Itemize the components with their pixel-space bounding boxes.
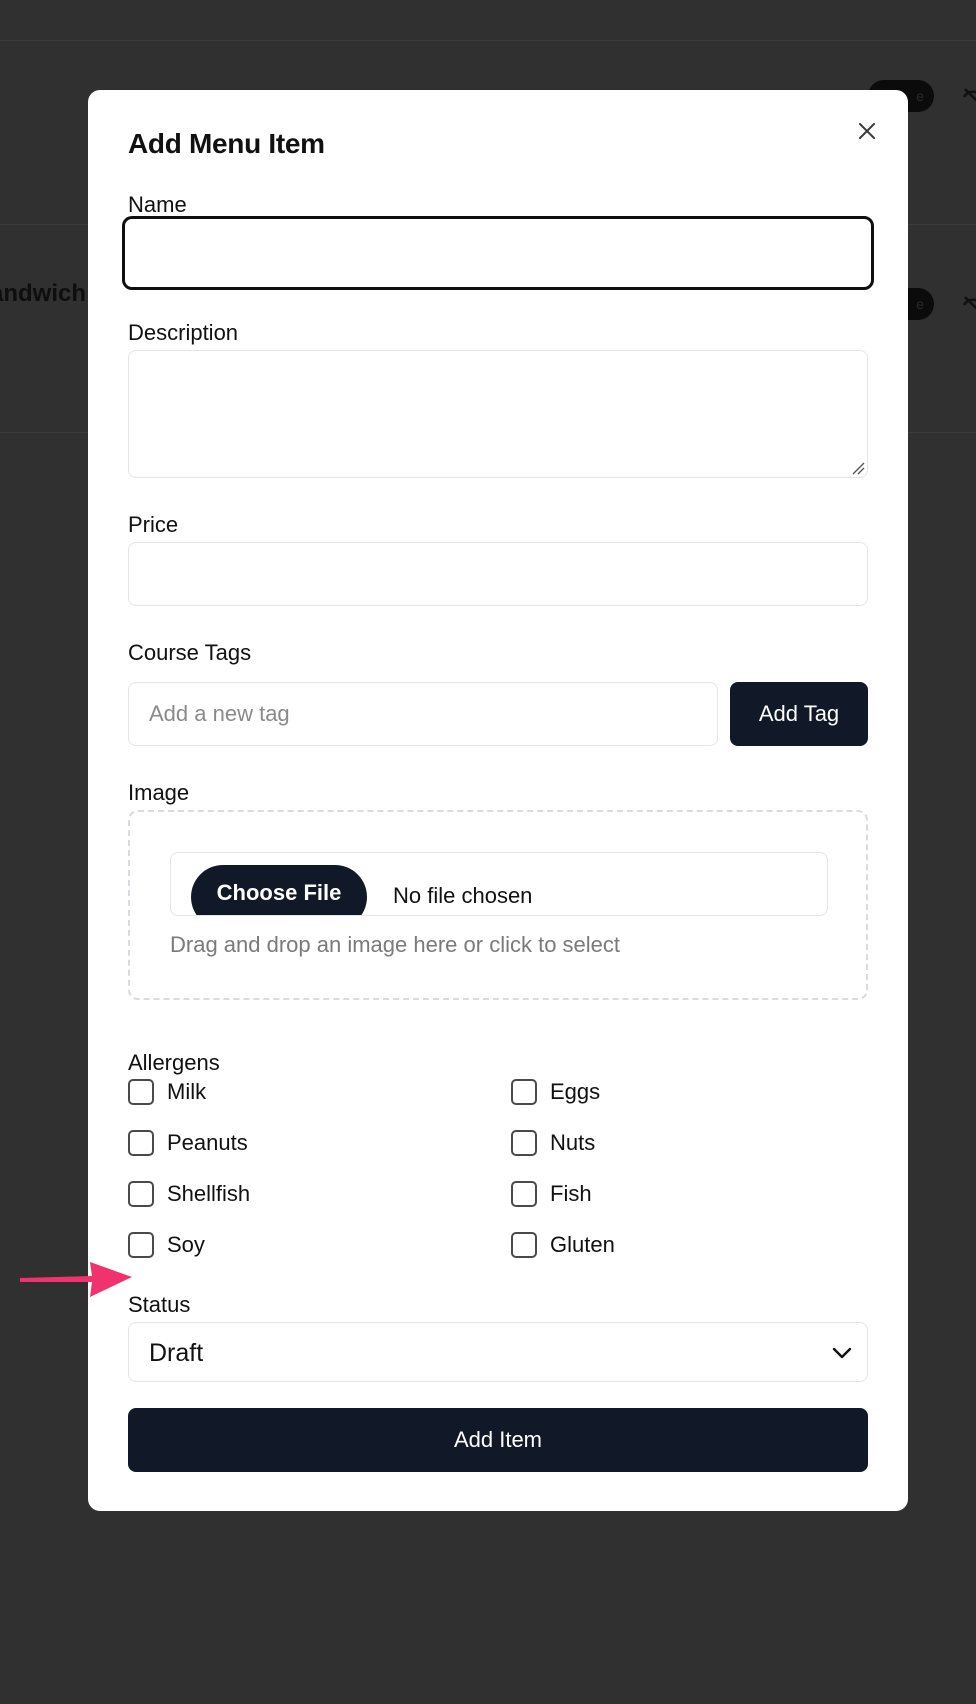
status-label: Status xyxy=(128,1292,191,1317)
chevron-down-icon xyxy=(832,1347,852,1359)
allergen-checkbox[interactable] xyxy=(511,1079,537,1105)
allergens-label: Allergens xyxy=(128,1050,220,1075)
allergen-label: Fish xyxy=(550,1181,592,1206)
resize-handle-icon[interactable] xyxy=(851,461,865,475)
allergen-fish[interactable]: Fish xyxy=(511,1180,592,1208)
description-textarea[interactable] xyxy=(128,350,868,478)
allergen-checkbox[interactable] xyxy=(511,1130,537,1156)
allergen-checkbox[interactable] xyxy=(511,1232,537,1258)
allergen-checkbox[interactable] xyxy=(128,1181,154,1207)
background-row-title: andwich xyxy=(0,280,87,307)
tag-input[interactable]: Add a new tag xyxy=(128,682,718,746)
dropzone-hint: Drag and drop an image here or click to … xyxy=(170,932,621,957)
close-icon xyxy=(859,123,875,139)
price-label: Price xyxy=(128,512,179,537)
allergen-soy[interactable]: Soy xyxy=(128,1231,205,1259)
allergen-checkbox[interactable] xyxy=(128,1079,154,1105)
annotation-arrow-icon xyxy=(20,1262,132,1297)
eye-off-icon xyxy=(962,296,976,310)
allergen-label: Eggs xyxy=(550,1079,601,1104)
allergen-checkbox[interactable] xyxy=(128,1130,154,1156)
add-menu-item-dialog: Add Menu Item Name Description Price Cou… xyxy=(88,90,908,1511)
dialog-title: Add Menu Item xyxy=(128,128,325,159)
price-input[interactable] xyxy=(128,542,868,606)
course-tags-label: Course Tags xyxy=(128,640,252,665)
file-input[interactable]: Choose File No file chosen xyxy=(170,852,828,916)
allergen-label: Nuts xyxy=(550,1130,596,1155)
allergen-peanuts[interactable]: Peanuts xyxy=(128,1129,248,1157)
allergen-shellfish[interactable]: Shellfish xyxy=(128,1180,250,1208)
name-label: Name xyxy=(128,192,187,217)
description-label: Description xyxy=(128,320,239,345)
image-dropzone[interactable]: Choose File No file chosen Drag and drop… xyxy=(128,810,868,1000)
allergen-label: Soy xyxy=(167,1232,205,1257)
choose-file-button[interactable]: Choose File xyxy=(191,865,367,915)
status-select[interactable]: Draft xyxy=(128,1322,868,1382)
eye-off-icon xyxy=(962,88,976,102)
allergen-label: Peanuts xyxy=(167,1130,248,1155)
add-tag-button[interactable]: Add Tag xyxy=(730,682,868,746)
allergen-label: Milk xyxy=(167,1079,207,1104)
file-status: No file chosen xyxy=(393,883,533,908)
background-divider xyxy=(0,40,976,41)
name-input[interactable] xyxy=(122,216,874,290)
allergen-checkbox[interactable] xyxy=(511,1181,537,1207)
allergen-label: Gluten xyxy=(550,1232,615,1257)
allergen-nuts[interactable]: Nuts xyxy=(511,1129,595,1157)
status-value: Draft xyxy=(149,1339,204,1367)
close-button[interactable] xyxy=(854,118,880,144)
allergen-gluten[interactable]: Gluten xyxy=(511,1231,615,1259)
image-label: Image xyxy=(128,780,190,805)
allergen-label: Shellfish xyxy=(167,1181,251,1206)
add-item-button[interactable]: Add Item xyxy=(128,1408,868,1472)
allergen-eggs[interactable]: Eggs xyxy=(511,1078,600,1106)
allergen-milk[interactable]: Milk xyxy=(128,1078,206,1106)
